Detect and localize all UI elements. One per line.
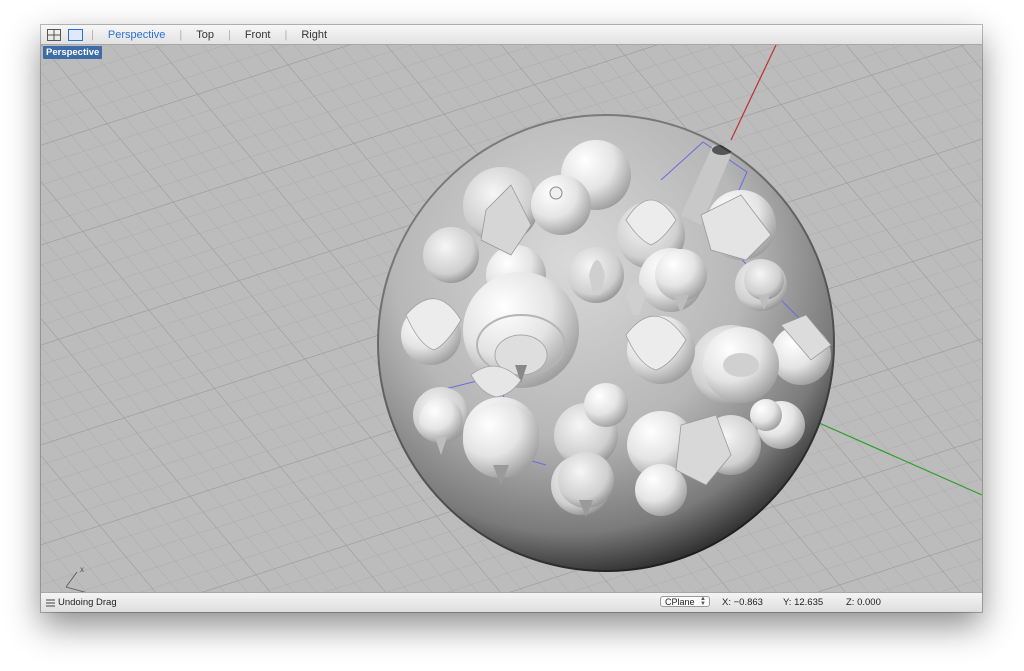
select-arrows-icon: ▲ ▼ — [700, 596, 706, 607]
viewport-canvas: x y — [41, 45, 982, 593]
status-text: Undoing Drag — [58, 597, 117, 608]
cplane-select[interactable]: CPlane ▲ ▼ — [660, 596, 710, 607]
perspective-viewport[interactable]: x y Perspective — [41, 45, 982, 593]
status-message: Undoing Drag — [46, 597, 117, 608]
grid-layout-icon — [47, 28, 61, 41]
toolbar-separator: | — [284, 28, 288, 41]
x-coordinate: X: −0.863 — [722, 597, 763, 608]
tab-front[interactable]: Front — [239, 29, 277, 41]
status-bar: Undoing Drag CPlane ▲ ▼ X: −0.863 Y: 12.6… — [41, 592, 982, 612]
viewport-toolbar: | Perspective | Top | Front | Right — [41, 25, 982, 45]
tab-right[interactable]: Right — [295, 29, 333, 41]
y-coordinate: Y: 12.635 — [783, 597, 824, 608]
menu-icon[interactable] — [46, 599, 55, 607]
four-viewports-button[interactable] — [46, 28, 62, 41]
tab-perspective[interactable]: Perspective — [102, 29, 171, 41]
rhino-window: | Perspective | Top | Front | Right x Pe… — [41, 25, 982, 612]
single-viewport-button[interactable] — [67, 28, 83, 41]
z-coordinate: Z: 0.000 — [846, 597, 881, 608]
toolbar-separator: | — [227, 28, 231, 41]
viewport-title-label[interactable]: Perspective — [43, 46, 103, 59]
gizmo-x-label: x — [80, 565, 84, 574]
cplane-value: CPlane — [665, 597, 695, 607]
toolbar-separator: | — [179, 28, 183, 41]
single-viewport-icon — [67, 28, 83, 41]
tab-top[interactable]: Top — [190, 29, 220, 41]
toolbar-separator: | — [91, 28, 94, 41]
